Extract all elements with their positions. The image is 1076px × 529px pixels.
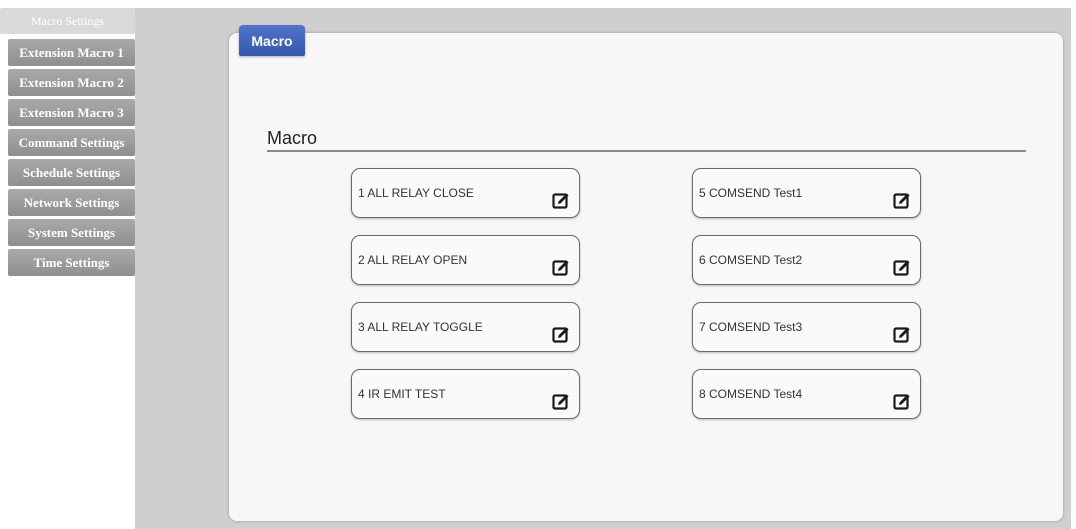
section-title: Macro — [267, 128, 318, 148]
macro-button-2[interactable]: 2 ALL RELAY OPEN — [351, 235, 580, 285]
edit-icon[interactable] — [552, 192, 570, 210]
app-window: Macro Settings Extension Macro 1 Extensi… — [0, 0, 1076, 529]
sidebar-item-command-settings[interactable]: Command Settings — [8, 129, 135, 156]
sidebar-item-schedule-settings[interactable]: Schedule Settings — [8, 159, 135, 186]
macro-label: 2 ALL RELAY OPEN — [358, 253, 468, 267]
sidebar-item-system-settings[interactable]: System Settings — [8, 219, 135, 246]
edit-icon[interactable] — [893, 259, 911, 277]
macro-button-7[interactable]: 7 COMSEND Test3 — [692, 302, 921, 352]
tab-macro[interactable]: Macro — [239, 25, 305, 56]
section-divider — [267, 150, 1026, 152]
macro-label: 5 COMSEND Test1 — [699, 186, 803, 200]
edit-icon[interactable] — [552, 393, 570, 411]
macro-button-3[interactable]: 3 ALL RELAY TOGGLE — [351, 302, 580, 352]
macro-button-5[interactable]: 5 COMSEND Test1 — [692, 168, 921, 218]
edit-icon[interactable] — [893, 393, 911, 411]
edit-icon[interactable] — [552, 326, 570, 344]
sidebar-item-time-settings[interactable]: Time Settings — [8, 249, 135, 276]
macro-label: 3 ALL RELAY TOGGLE — [358, 320, 483, 334]
macro-label: 8 COMSEND Test4 — [699, 387, 803, 401]
edit-icon[interactable] — [552, 259, 570, 277]
sidebar-item-extension-macro-2[interactable]: Extension Macro 2 — [8, 69, 135, 96]
macro-label: 4 IR EMIT TEST — [358, 387, 446, 401]
macro-label: 1 ALL RELAY CLOSE — [358, 186, 474, 200]
macro-label: 7 COMSEND Test3 — [699, 320, 803, 334]
sidebar: Macro Settings Extension Macro 1 Extensi… — [0, 8, 135, 529]
macro-label: 6 COMSEND Test2 — [699, 253, 803, 267]
macro-button-6[interactable]: 6 COMSEND Test2 — [692, 235, 921, 285]
sidebar-item-network-settings[interactable]: Network Settings — [8, 189, 135, 216]
macro-button-8[interactable]: 8 COMSEND Test4 — [692, 369, 921, 419]
macro-button-1[interactable]: 1 ALL RELAY CLOSE — [351, 168, 580, 218]
edit-icon[interactable] — [893, 326, 911, 344]
sidebar-item-extension-macro-3[interactable]: Extension Macro 3 — [8, 99, 135, 126]
sidebar-item-macro-settings[interactable]: Macro Settings — [0, 8, 135, 34]
macro-button-4[interactable]: 4 IR EMIT TEST — [351, 369, 580, 419]
edit-icon[interactable] — [893, 192, 911, 210]
sidebar-item-extension-macro-1[interactable]: Extension Macro 1 — [8, 39, 135, 66]
